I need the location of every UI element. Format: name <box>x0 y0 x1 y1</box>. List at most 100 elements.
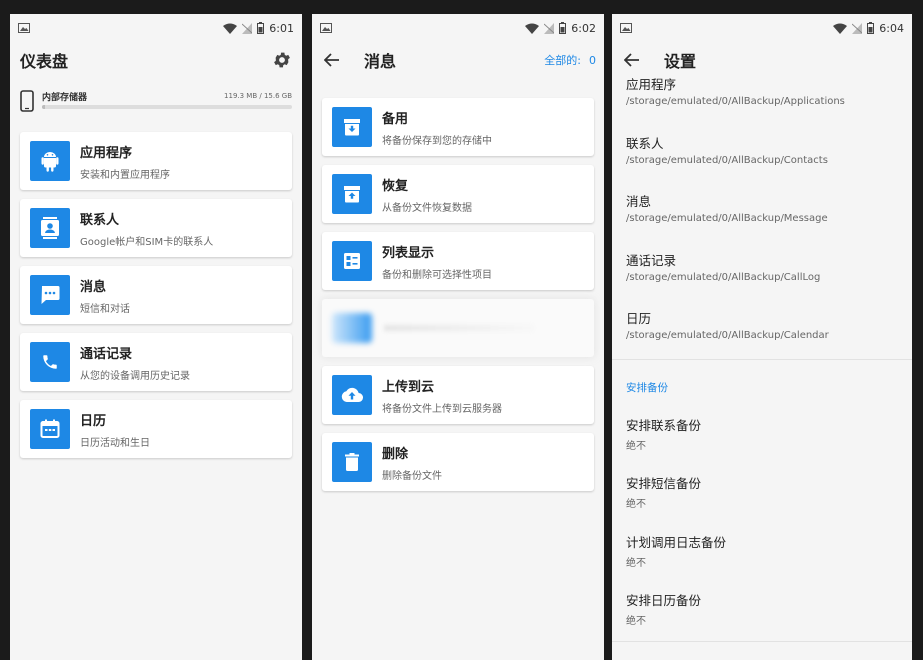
card-calendar[interactable]: 日历 日历活动和生日 <box>20 400 292 458</box>
schedule-call-log[interactable]: 计划调用日志备份 绝不 <box>626 524 898 583</box>
card-title: 日历 <box>80 413 107 429</box>
card-upload-cloud[interactable]: 上传到云将备份文件上传到云服务器 <box>322 366 594 424</box>
messages-screen: 6:02 消息 全部的: 0 备用将备份保存到您的存储中 恢复从备份文件恢复数据 <box>312 14 604 660</box>
blurred-icon <box>332 313 372 343</box>
blurred-text <box>384 325 534 331</box>
setting-title: 日历 <box>626 311 652 326</box>
settings-screen: 6:04 设置 应用程序 /storage/emulated/0/AllBack… <box>612 14 912 660</box>
no-signal-icon <box>544 22 555 34</box>
card-title: 应用程序 <box>80 145 133 161</box>
setting-value: /storage/emulated/0/AllBackup/CallLog <box>626 271 821 283</box>
settings-list: 应用程序 /storage/emulated/0/AllBackup/Appli… <box>612 66 912 642</box>
battery-icon <box>257 22 265 34</box>
page-title: 消息 <box>364 52 397 71</box>
smartphone-icon <box>20 90 34 112</box>
setting-title: 消息 <box>626 194 652 209</box>
card-title: 删除 <box>382 446 409 462</box>
setting-value: /storage/emulated/0/AllBackup/Message <box>626 213 828 224</box>
blurred-card <box>322 299 594 357</box>
setting-title: 计划调用日志备份 <box>626 534 727 550</box>
card-messages[interactable]: 消息 短信和对话 <box>20 266 292 324</box>
calendar-icon <box>30 409 70 449</box>
setting-path-calendar[interactable]: 日历 /storage/emulated/0/AllBackup/Calenda… <box>626 300 898 359</box>
schedule-contacts[interactable]: 安排联系备份 绝不 <box>626 407 898 466</box>
setting-path-contacts[interactable]: 联系人 /storage/emulated/0/AllBackup/Contac… <box>626 125 898 184</box>
status-bar: 6:02 <box>312 14 604 42</box>
setting-value: 绝不 <box>626 616 646 627</box>
setting-value: /storage/emulated/0/AllBackup/Applicatio… <box>626 96 845 107</box>
gallery-notification-icon <box>620 23 632 33</box>
setting-value: 绝不 <box>626 440 646 452</box>
total-value: 0 <box>589 54 596 67</box>
total-label: 全部的: <box>544 54 581 67</box>
card-backup[interactable]: 备用将备份保存到您的存储中 <box>322 98 594 156</box>
clock: 6:04 <box>879 21 904 35</box>
gear-icon[interactable] <box>272 50 292 70</box>
page-title: 设置 <box>664 52 697 71</box>
app-bar: 消息 全部的: 0 <box>312 42 604 78</box>
restore-icon <box>332 174 372 214</box>
setting-value: /storage/emulated/0/AllBackup/Contacts <box>626 154 828 166</box>
app-bar: 仪表盘 <box>10 42 302 78</box>
setting-path-messages[interactable]: 消息 /storage/emulated/0/AllBackup/Message <box>626 183 898 242</box>
card-apps[interactable]: 应用程序安装和内置应用程序 <box>20 132 292 190</box>
setting-value: /storage/emulated/0/AllBackup/Calendar <box>626 330 829 341</box>
backup-icon <box>332 107 372 147</box>
setting-value: 绝不 <box>626 557 646 569</box>
phone-icon <box>30 342 70 382</box>
card-restore[interactable]: 恢复从备份文件恢复数据 <box>322 165 594 223</box>
storage-label: 内部存储器 <box>42 92 88 103</box>
message-icon <box>30 275 70 315</box>
card-call-log[interactable]: 通话记录 从您的设备调用历史记录 <box>20 333 292 391</box>
list-icon <box>332 241 372 281</box>
back-arrow-icon[interactable] <box>622 50 642 70</box>
status-bar: 6:04 <box>612 14 912 42</box>
setting-path-call-log[interactable]: 通话记录 /storage/emulated/0/AllBackup/CallL… <box>626 242 898 301</box>
category-list: 应用程序安装和内置应用程序 联系人 Google帐户和SIM卡的联系人 消息 短信和… <box>10 132 302 458</box>
setting-title: 安排联系备份 <box>626 417 702 433</box>
schedule-calendar[interactable]: 安排日历备份 绝不 <box>626 582 898 641</box>
delete-icon <box>332 442 372 482</box>
section-header: 安排备份 <box>626 381 668 394</box>
storage-size: 119.3 MB / 15.6 GB <box>224 92 292 100</box>
storage-progress-fill <box>42 105 45 109</box>
page-title: 仪表盘 <box>20 52 69 71</box>
action-list: 备用将备份保存到您的存储中 恢复从备份文件恢复数据 列表显示备份和删除可选择性项… <box>312 98 604 491</box>
card-list-view[interactable]: 列表显示备份和删除可选择性项目 <box>322 232 594 290</box>
android-icon <box>30 141 70 181</box>
total-count: 全部的: 0 <box>544 52 596 68</box>
card-title: 备用 <box>382 111 409 127</box>
status-bar: 6:01 <box>10 14 302 42</box>
card-subtitle: 将备份文件上传到云服务器 <box>382 403 502 415</box>
card-subtitle: 日历活动和生日 <box>80 437 150 449</box>
card-title: 恢复 <box>382 178 409 194</box>
contact-icon <box>30 208 70 248</box>
card-subtitle: 短信和对话 <box>80 303 130 315</box>
card-delete[interactable]: 删除 删除备份文件 <box>322 433 594 491</box>
card-subtitle: 安装和内置应用程序 <box>80 169 170 181</box>
card-subtitle: 备份和删除可选择性项目 <box>382 269 492 281</box>
setting-title: 通话记录 <box>626 252 677 268</box>
clock: 6:02 <box>571 21 596 35</box>
schedule-sms[interactable]: 安排短信备份 绝不 <box>626 465 898 524</box>
wifi-icon <box>223 23 238 34</box>
card-title: 列表显示 <box>382 245 435 261</box>
no-signal-icon <box>242 22 253 34</box>
setting-title: 联系人 <box>626 135 664 151</box>
wifi-icon <box>833 23 848 34</box>
card-subtitle: 删除备份文件 <box>382 470 442 482</box>
card-title: 上传到云 <box>382 379 435 395</box>
setting-title: 安排日历备份 <box>626 593 702 608</box>
card-title: 联系人 <box>80 212 120 228</box>
card-subtitle: 将备份保存到您的存储中 <box>382 135 492 147</box>
app-bar: 设置 <box>612 42 912 78</box>
battery-icon <box>559 22 567 34</box>
divider <box>612 640 912 642</box>
card-subtitle: Google帐户和SIM卡的联系人 <box>80 236 214 248</box>
battery-icon <box>867 22 875 34</box>
card-subtitle: 从备份文件恢复数据 <box>382 202 472 214</box>
card-title: 通话记录 <box>80 346 133 362</box>
card-contacts[interactable]: 联系人 Google帐户和SIM卡的联系人 <box>20 199 292 257</box>
back-arrow-icon[interactable] <box>322 50 342 70</box>
setting-value: 绝不 <box>626 499 646 510</box>
